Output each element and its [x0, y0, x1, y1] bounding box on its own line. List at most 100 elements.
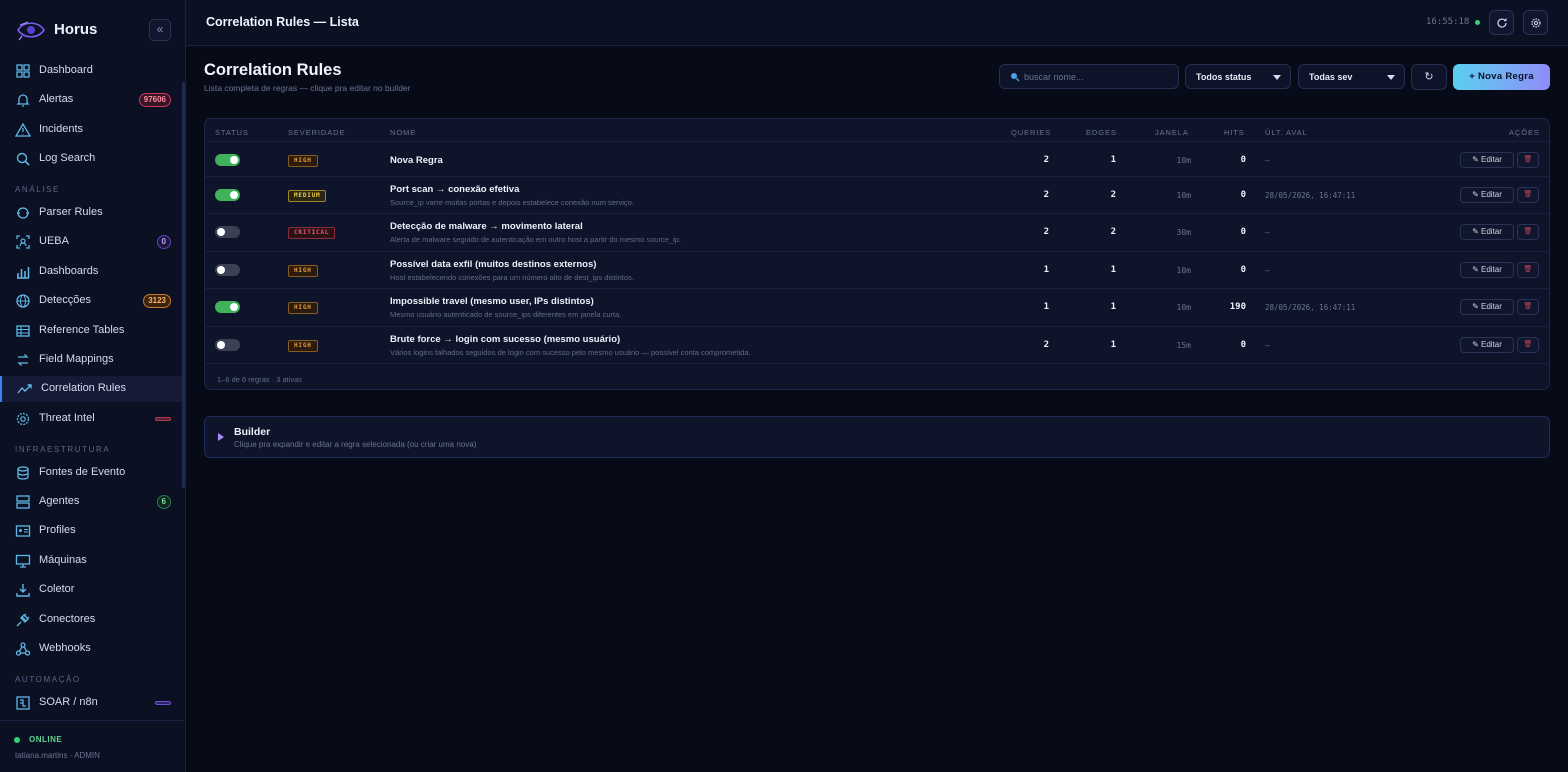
refresh-button[interactable]: ↻ — [1411, 64, 1447, 90]
sidebar-item-field-mappings[interactable]: Field Mappings — [0, 347, 184, 373]
sidebar-item-deteccoes[interactable]: Detecções 3123 — [0, 288, 184, 314]
sidebar-item-dashboard[interactable]: Dashboard — [0, 58, 184, 84]
edit-button[interactable]: ✎ Editar — [1460, 152, 1514, 168]
table-row[interactable]: HIGH Impossible travel (mesmo user, IPs … — [205, 288, 1549, 325]
edit-button[interactable]: ✎ Editar — [1460, 187, 1514, 203]
ueba-count-badge: 0 — [156, 235, 171, 249]
rule-name[interactable]: Possível data exfil (muitos destinos ext… — [390, 259, 596, 270]
rule-enabled-toggle[interactable] — [215, 264, 240, 276]
delete-button[interactable]: 🗑 — [1517, 224, 1539, 240]
rule-enabled-toggle[interactable] — [215, 154, 240, 166]
table-row[interactable]: CRITICAL Detecção de malware → movimento… — [205, 213, 1549, 250]
sidebar-item-log-search[interactable]: Log Search — [0, 146, 184, 172]
delete-button[interactable]: 🗑 — [1517, 337, 1539, 353]
time-window: 10m — [1176, 303, 1191, 312]
bar-chart-icon — [17, 267, 30, 279]
edit-button[interactable]: ✎ Editar — [1460, 224, 1514, 240]
rule-name[interactable]: Impossible travel (mesmo user, IPs disti… — [390, 296, 594, 307]
rule-description: Alerta de malware seguido de autenticaçã… — [390, 235, 681, 244]
last-eval: — — [1265, 341, 1270, 350]
sidebar-item-label: SOAR / n8n — [39, 696, 98, 708]
user-scan-icon — [16, 235, 30, 249]
column-header-status: STATUS — [215, 128, 249, 137]
edit-button[interactable]: ✎ Editar — [1460, 262, 1514, 278]
search-box[interactable] — [999, 64, 1179, 89]
status-filter-select[interactable]: Todos status — [1185, 64, 1291, 89]
sidebar-item-label: UEBA — [39, 235, 69, 247]
connection-status: ONLINE — [29, 735, 63, 744]
sidebar-item-reference-tables[interactable]: Reference Tables — [0, 318, 184, 344]
rule-name[interactable]: Nova Regra — [390, 155, 443, 166]
column-header-actions: AÇÕES — [1509, 128, 1540, 137]
delete-button[interactable]: 🗑 — [1517, 262, 1539, 278]
sidebar-item-label: Conectores — [39, 613, 96, 625]
sidebar-item-label: Parser Rules — [39, 206, 103, 218]
table-row[interactable]: HIGH Possível data exfil (muitos destino… — [205, 251, 1549, 288]
sidebar-item-parser-rules[interactable]: Parser Rules — [0, 200, 184, 226]
sidebar-item-maquinas[interactable]: Máquinas — [0, 548, 184, 574]
sidebar-item-conectores[interactable]: Conectores — [0, 607, 184, 633]
reload-button[interactable] — [1489, 10, 1514, 35]
builder-subtitle: Clique pra expandir e editar a regra sel… — [234, 440, 477, 449]
sidebar-item-label: Alertas — [39, 93, 74, 105]
sidebar-item-incidents[interactable]: Incidents — [0, 117, 184, 143]
rule-name[interactable]: Brute force → login com sucesso (mesmo u… — [390, 334, 620, 345]
sidebar-item-correlation-rules[interactable]: Correlation Rules — [0, 376, 184, 402]
sidebar-item-profiles[interactable]: Profiles — [0, 518, 184, 544]
sidebar-item-threat-intel[interactable]: Threat Intel — [0, 406, 184, 432]
sidebar-item-alertas[interactable]: Alertas 97606 — [0, 87, 184, 113]
settings-button[interactable] — [1523, 10, 1548, 35]
sidebar-scrollbar[interactable] — [182, 82, 185, 488]
live-status-icon — [1475, 20, 1480, 25]
rule-description: Vários logins falhados seguidos de login… — [390, 348, 751, 357]
delete-button[interactable]: 🗑 — [1517, 299, 1539, 315]
last-eval: — — [1265, 228, 1270, 237]
gear-icon — [1531, 18, 1541, 28]
alert-count-badge: 97606 — [138, 93, 171, 107]
sidebar-item-webhooks[interactable]: Webhooks — [0, 636, 184, 662]
rule-enabled-toggle[interactable] — [215, 226, 240, 238]
sidebar-item-label: Log Search — [39, 152, 96, 164]
threat-intel-indicator — [155, 417, 171, 421]
sidebar-item-label: Dashboard — [39, 64, 93, 76]
severity-filter-select[interactable]: Todas sev — [1298, 64, 1405, 89]
table-row[interactable]: HIGH Nova Regra 2 1 10m 0 — ✎ Editar 🗑 — [205, 141, 1549, 178]
search-input[interactable] — [1024, 69, 1174, 85]
sidebar-item-soar[interactable]: SOAR / n8n — [0, 690, 184, 716]
severity-badge: HIGH — [288, 265, 318, 277]
column-header-severity: SEVERIDADE — [288, 128, 346, 137]
sidebar-item-dashboards[interactable]: Dashboards — [0, 259, 184, 285]
rule-enabled-toggle[interactable] — [215, 339, 240, 351]
rule-enabled-toggle[interactable] — [215, 189, 240, 201]
sidebar-item-agentes[interactable]: Agentes 6 — [0, 489, 184, 515]
new-rule-button[interactable]: + Nova Regra — [1453, 64, 1550, 90]
edges-count: 1 — [1110, 155, 1116, 165]
rule-name[interactable]: Port scan → conexão efetiva — [390, 184, 519, 195]
last-eval: — — [1265, 156, 1270, 165]
monitor-icon — [15, 554, 31, 568]
table-row[interactable]: MEDIUM Port scan → conexão efetiva Sourc… — [205, 176, 1549, 213]
rule-description: Host estabelecendo conexões para um núme… — [390, 273, 634, 282]
severity-badge: HIGH — [288, 302, 318, 314]
hits-count: 0 — [1240, 190, 1246, 200]
hits-count: 0 — [1240, 227, 1246, 237]
edit-button[interactable]: ✎ Editar — [1460, 337, 1514, 353]
table-row[interactable]: HIGH Brute force → login com sucesso (me… — [205, 326, 1549, 363]
builder-panel[interactable]: Builder Clique pra expandir e editar a r… — [204, 416, 1550, 458]
delete-button[interactable]: 🗑 — [1517, 187, 1539, 203]
sidebar-item-label: Profiles — [39, 524, 76, 536]
sidebar-item-coletor[interactable]: Coletor — [0, 577, 184, 603]
column-header-hits: HITS — [1224, 128, 1245, 137]
edges-count: 2 — [1110, 227, 1116, 237]
sidebar-item-ueba[interactable]: UEBA 0 — [0, 229, 184, 255]
last-eval: 28/05/2026, 16:47:11 — [1265, 191, 1356, 200]
rule-enabled-toggle[interactable] — [215, 301, 240, 313]
sidebar-item-fontes-de-evento[interactable]: Fontes de Evento — [0, 460, 184, 486]
delete-button[interactable]: 🗑 — [1517, 152, 1539, 168]
severity-badge: CRITICAL — [288, 227, 336, 239]
edit-button[interactable]: ✎ Editar — [1460, 299, 1514, 315]
rule-name[interactable]: Detecção de malware → movimento lateral — [390, 221, 583, 232]
agent-count-badge: 6 — [156, 495, 171, 509]
collapse-sidebar-button[interactable]: « — [149, 19, 171, 41]
main-content: Correlation Rules Lista completa de regr… — [186, 46, 1568, 772]
